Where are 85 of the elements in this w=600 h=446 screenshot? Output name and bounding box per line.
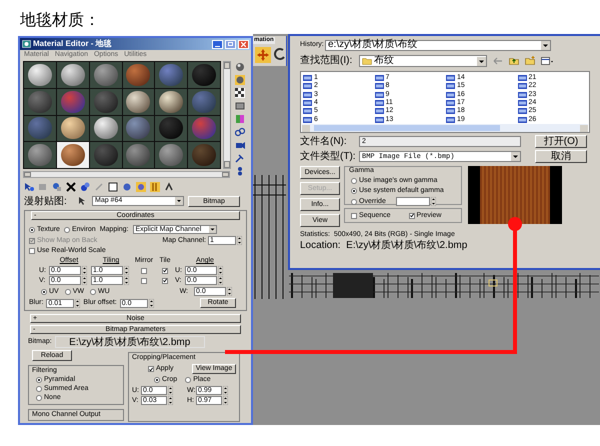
checker-icon	[235, 88, 245, 98]
toolbar-button[interactable]	[541, 56, 553, 66]
spinner-icon	[227, 287, 232, 296]
glasses-icon	[235, 127, 245, 137]
checkbox[interactable]	[29, 248, 35, 254]
side-toolbar-button[interactable]	[235, 88, 245, 98]
radio-button[interactable]	[64, 226, 70, 232]
delete-icon	[66, 182, 76, 192]
sphere-icon	[235, 75, 245, 85]
maximize-button[interactable]	[225, 40, 236, 48]
minimize-button[interactable]	[212, 40, 223, 48]
map-label: 漫射贴图:	[24, 196, 68, 206]
page-heading: 地毯材质：	[20, 10, 100, 31]
viewport[interactable]	[253, 34, 600, 425]
scrollbar[interactable]	[23, 171, 230, 178]
side-toolbar-button[interactable]	[235, 101, 245, 111]
pick-icon	[24, 182, 34, 192]
rotate-icon	[274, 48, 286, 62]
caret-icon	[511, 152, 520, 161]
view-menu-icon	[541, 56, 553, 66]
button[interactable]: 打开(O)	[535, 135, 587, 148]
folder-icon	[362, 57, 372, 65]
checkbox[interactable]	[162, 278, 168, 284]
bitmap-path-button[interactable]: E:\zy\材质\材质\布纹\2.bmp	[54, 336, 205, 348]
move-icon	[257, 49, 269, 61]
sphere-icon	[235, 62, 245, 72]
field-label: 查找范围(I):	[300, 57, 354, 65]
field-label: 文件类型(T):	[300, 152, 356, 162]
button[interactable]: 取消	[535, 150, 587, 163]
radio-button[interactable]	[36, 377, 42, 383]
sample-slot[interactable]	[155, 88, 188, 114]
side-toolbar-button[interactable]	[235, 127, 245, 137]
radio-button[interactable]	[90, 288, 96, 294]
scrollbar[interactable]	[302, 124, 588, 132]
side-toolbar-button[interactable]	[235, 140, 245, 150]
spinner-icon	[430, 197, 436, 206]
toolbar-button[interactable]	[509, 56, 519, 66]
color-swatch-icon	[235, 114, 245, 124]
radio-button[interactable]	[154, 377, 160, 383]
new-folder-icon	[525, 56, 535, 66]
sample-slot[interactable]	[90, 116, 122, 142]
app-icon	[22, 40, 31, 48]
sample-slot[interactable]	[122, 88, 154, 114]
caret-icon	[541, 40, 550, 50]
radio-button[interactable]	[351, 198, 357, 204]
sample-slot[interactable]	[56, 116, 89, 142]
radio-button[interactable]	[41, 288, 47, 294]
checkbox[interactable]	[148, 366, 154, 372]
spinner-icon	[75, 298, 80, 308]
scrollbar[interactable]	[223, 61, 231, 169]
location-text: Location: E:\zy\材质\材质\布纹\2.bmp	[300, 240, 468, 251]
sample-slot[interactable]	[56, 62, 89, 88]
radio-button[interactable]	[29, 226, 35, 232]
checkbox[interactable]	[141, 268, 147, 274]
back-arrow-icon	[493, 56, 503, 66]
camera-icon	[235, 140, 245, 150]
number-field[interactable]	[396, 197, 430, 206]
look-in-dropdown[interactable]: 布纹	[359, 55, 487, 67]
box-icon	[235, 101, 245, 111]
radio-button[interactable]	[64, 288, 71, 294]
close-icon	[241, 42, 246, 46]
caret-icon	[477, 56, 486, 66]
radio-button[interactable]	[36, 395, 42, 401]
field-label: 文件名(N):	[300, 136, 348, 146]
checkbox[interactable]	[408, 212, 415, 218]
window-title: Material Editor - 地毯	[33, 40, 112, 48]
move-tool-button[interactable]	[255, 47, 271, 63]
spinner-icon	[237, 236, 242, 245]
caret-icon	[208, 226, 216, 233]
checkbox[interactable]	[351, 212, 357, 218]
checkbox[interactable]	[141, 278, 147, 284]
spinner-icon	[148, 298, 154, 308]
up-folder-icon	[509, 56, 519, 66]
radio-button[interactable]	[351, 178, 357, 184]
radio-button[interactable]	[351, 188, 357, 194]
dropdown-value: 布纹	[374, 56, 395, 66]
sample-slot[interactable]	[56, 142, 89, 168]
dropdown-value: e:\zy\材质\材质\布纹	[328, 40, 418, 50]
close-button[interactable]	[238, 40, 249, 48]
history-dropdown[interactable]: e:\zy\材质\材质\布纹	[325, 40, 551, 50]
radio-button[interactable]	[36, 386, 42, 392]
caret-icon	[175, 197, 183, 205]
checkbox[interactable]	[162, 268, 168, 274]
radio-button[interactable]	[185, 377, 192, 383]
sample-slot[interactable]	[24, 62, 56, 88]
